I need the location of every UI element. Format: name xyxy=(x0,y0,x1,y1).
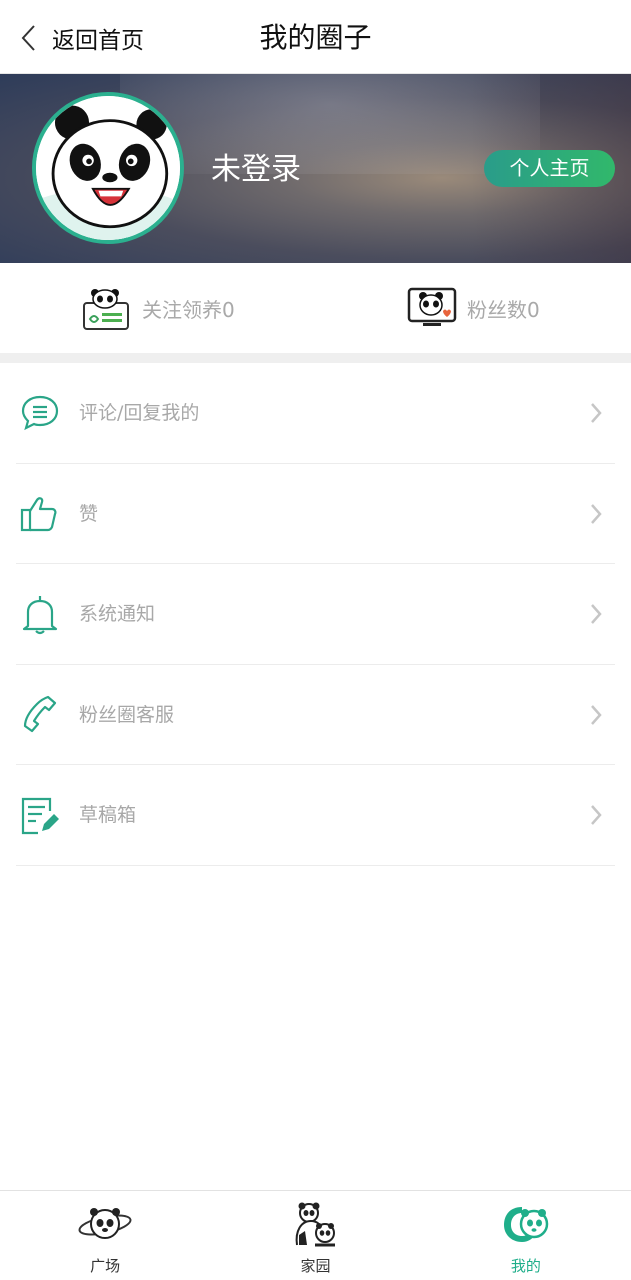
menu-item-label: 草稿箱 xyxy=(79,804,137,826)
menu-item-label: 粉丝圈客服 xyxy=(79,703,175,726)
chevron-right-icon xyxy=(591,604,602,624)
menu-item-comments[interactable]: 评论/回复我的 xyxy=(16,363,615,464)
chevron-right-icon xyxy=(591,503,602,524)
chevron-right-icon xyxy=(591,704,602,725)
chevron-right-icon xyxy=(591,805,602,825)
menu-item-drafts[interactable]: 草稿箱 xyxy=(16,765,615,866)
draft-edit-icon xyxy=(21,797,59,835)
menu-item-customer-service[interactable]: 粉丝圈客服 xyxy=(16,665,615,765)
panda-tv-icon xyxy=(407,287,457,326)
phone-icon xyxy=(23,695,57,732)
nav-label: 广场 xyxy=(90,1257,121,1275)
page-title: 我的圈子 xyxy=(259,21,372,54)
menu-item-notifications[interactable]: 系统通知 xyxy=(16,564,615,665)
menu-item-label: 系统通知 xyxy=(79,603,156,625)
username: 未登录 xyxy=(211,152,301,187)
comment-icon xyxy=(21,395,59,431)
follow-label: 关注领养0 xyxy=(142,297,235,322)
top-bar: 返回首页 我的圈子 xyxy=(0,0,631,74)
nav-label: 家园 xyxy=(300,1257,331,1275)
avatar[interactable] xyxy=(32,92,184,244)
menu-item-likes[interactable]: 赞 xyxy=(16,464,615,564)
panda-family-icon xyxy=(296,1202,336,1247)
fans-stat[interactable]: 粉丝数0 xyxy=(407,285,540,331)
nav-item-home[interactable]: 家园 xyxy=(210,1191,420,1280)
menu-list: 评论/回复我的 赞 系统通知 粉丝圈客服 草稿箱 xyxy=(0,363,631,866)
panda-follow-icon xyxy=(83,289,129,330)
chevron-right-icon xyxy=(591,403,602,423)
fans-label: 粉丝数0 xyxy=(467,297,540,322)
menu-item-label: 赞 xyxy=(79,502,99,525)
panda-planet-icon xyxy=(78,1208,132,1239)
stats-row: 关注领养0 粉丝数0 xyxy=(0,263,631,353)
bell-icon xyxy=(22,596,58,635)
nav-label: 我的 xyxy=(510,1257,541,1275)
follow-stat[interactable]: 关注领养0 xyxy=(82,285,235,331)
section-divider xyxy=(0,353,631,363)
nav-item-mine[interactable]: 我的 xyxy=(421,1191,631,1280)
bottom-nav: 广场 家园 我的 xyxy=(0,1190,631,1280)
panda-me-icon xyxy=(503,1207,549,1242)
homepage-button[interactable]: 个人主页 xyxy=(484,150,615,187)
menu-item-label: 评论/回复我的 xyxy=(79,402,200,424)
panda-avatar-icon xyxy=(36,96,180,240)
thumbs-up-icon xyxy=(20,496,57,531)
profile-banner: 未登录 个人主页 xyxy=(0,74,631,263)
nav-item-plaza[interactable]: 广场 xyxy=(0,1191,210,1280)
